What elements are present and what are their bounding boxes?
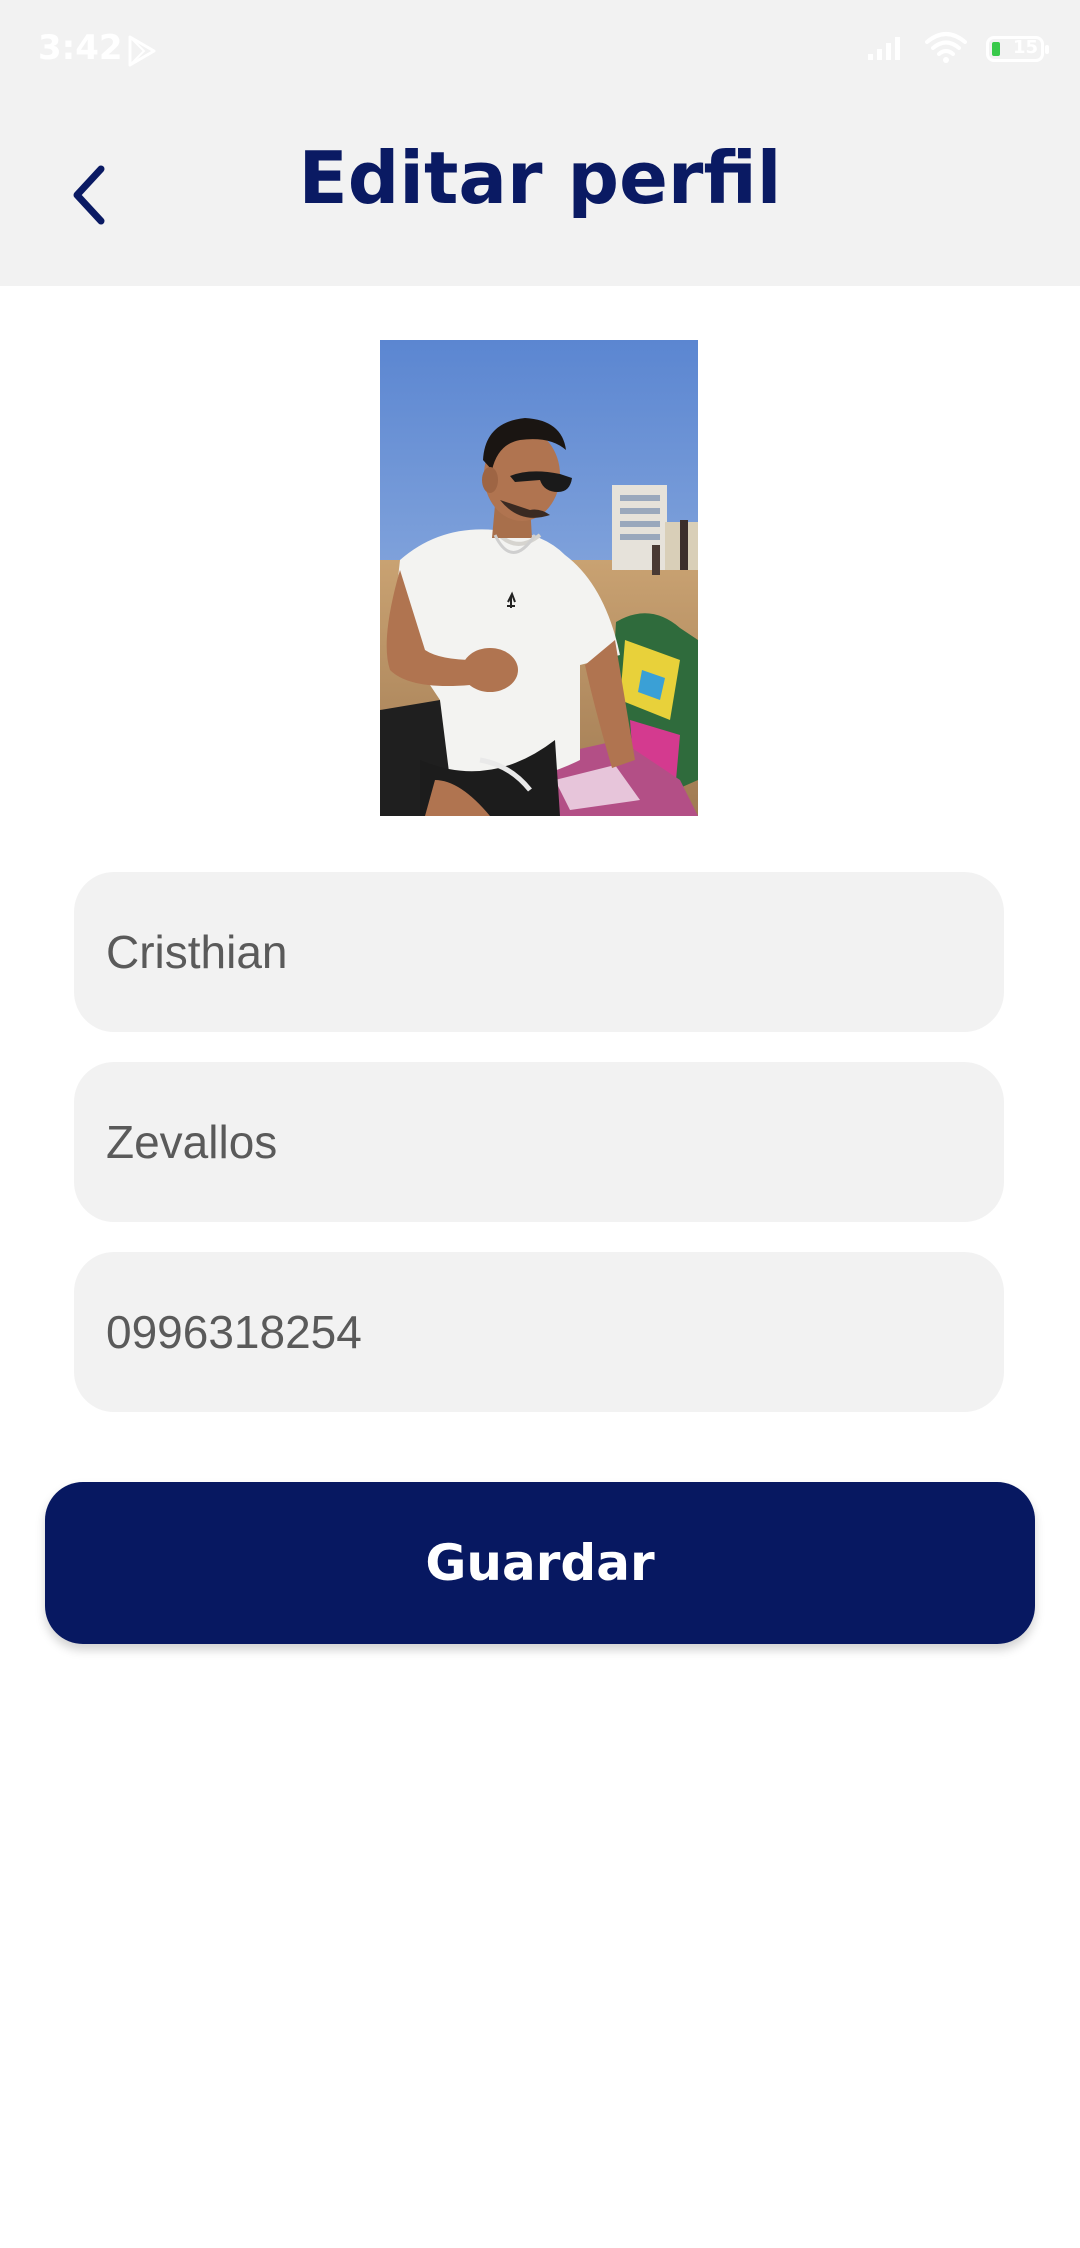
wifi-icon	[924, 30, 968, 68]
save-button[interactable]: Guardar	[45, 1482, 1035, 1644]
play-store-icon	[126, 34, 158, 72]
phone-field[interactable]	[74, 1252, 1004, 1412]
page-title: Editar perfil	[298, 136, 782, 220]
status-indicators: 15	[866, 30, 1049, 68]
profile-photo[interactable]	[380, 340, 698, 816]
status-bar: 3:42 15	[0, 0, 1080, 100]
signal-icon	[866, 32, 906, 66]
first-name-field[interactable]	[74, 872, 1004, 1032]
battery-level: 15	[1013, 37, 1039, 58]
app-header: Editar perfil	[0, 100, 1080, 286]
status-time: 3:42	[38, 28, 123, 68]
battery-icon: 15	[986, 36, 1049, 62]
last-name-field[interactable]	[74, 1062, 1004, 1222]
